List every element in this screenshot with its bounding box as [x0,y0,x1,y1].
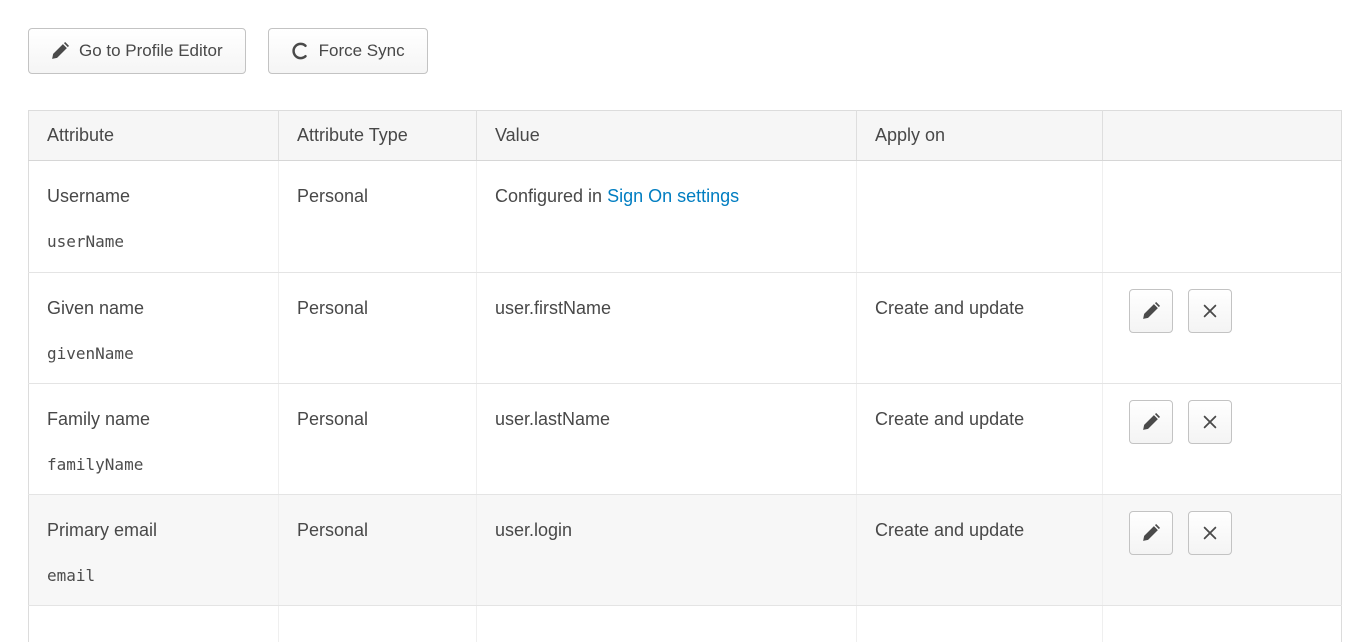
apply-on-cell: Create and update [857,273,1103,384]
table-row-family-name: Family name familyName Personal user.las… [29,384,1342,495]
remove-attribute-button[interactable] [1188,289,1232,333]
attribute-cell: Given name givenName [29,273,279,384]
col-header-actions [1103,111,1342,161]
attribute-type-cell: Personal [279,161,477,273]
go-to-profile-editor-label: Go to Profile Editor [79,41,223,61]
attribute-label: Family name [47,407,260,431]
attribute-code: givenName [47,342,260,366]
attribute-type-cell: Personal [279,384,477,495]
value-cell: Configured in Sign On settings [477,161,857,273]
col-header-attribute: Attribute [29,111,279,161]
apply-on-cell: Create and update [857,495,1103,606]
remove-attribute-button[interactable] [1188,400,1232,444]
attribute-label: Given name [47,296,260,320]
x-icon [1201,302,1219,320]
edit-attribute-button[interactable] [1129,511,1173,555]
attribute-cell: Username userName [29,161,279,273]
x-icon [1201,413,1219,431]
col-header-attribute-type: Attribute Type [279,111,477,161]
attribute-type-cell: Personal [279,273,477,384]
actions-cell [1103,161,1342,273]
value-prefix: Configured in [495,186,607,206]
pencil-icon [1142,302,1160,320]
col-header-apply-on: Apply on [857,111,1103,161]
attribute-code: email [47,564,260,588]
apply-on-cell [857,161,1103,273]
go-to-profile-editor-button[interactable]: Go to Profile Editor [28,28,246,74]
sign-on-settings-link[interactable]: Sign On settings [607,186,739,206]
table-row-primary-email: Primary email email Personal user.login … [29,495,1342,606]
apply-on-cell: Create and update [857,384,1103,495]
attribute-label: Primary email [47,518,260,542]
actions-cell [1103,273,1342,384]
attribute-label: Username [47,184,260,208]
edit-attribute-button[interactable] [1129,400,1173,444]
actions-cell [1103,495,1342,606]
value-cell: user.lastName [477,384,857,495]
table-row-partial [29,606,1342,642]
pencil-icon [1142,413,1160,431]
pencil-icon [51,42,69,60]
attribute-cell: Primary email email [29,495,279,606]
attribute-code: userName [47,230,260,254]
value-cell: user.login [477,495,857,606]
attribute-code: familyName [47,453,260,477]
attribute-mappings-table: Attribute Attribute Type Value Apply on … [28,110,1342,642]
table-header-row: Attribute Attribute Type Value Apply on [29,111,1342,161]
attribute-type-cell: Personal [279,495,477,606]
actions-cell [1103,384,1342,495]
col-header-value: Value [477,111,857,161]
pencil-icon [1142,524,1160,542]
value-cell: user.firstName [477,273,857,384]
force-sync-label: Force Sync [319,41,405,61]
toolbar: Go to Profile Editor Force Sync [28,28,1342,74]
remove-attribute-button[interactable] [1188,511,1232,555]
edit-attribute-button[interactable] [1129,289,1173,333]
table-row-username: Username userName Personal Configured in… [29,161,1342,273]
refresh-icon [291,42,309,60]
x-icon [1201,524,1219,542]
force-sync-button[interactable]: Force Sync [268,28,428,74]
attribute-cell: Family name familyName [29,384,279,495]
table-row-given-name: Given name givenName Personal user.first… [29,273,1342,384]
